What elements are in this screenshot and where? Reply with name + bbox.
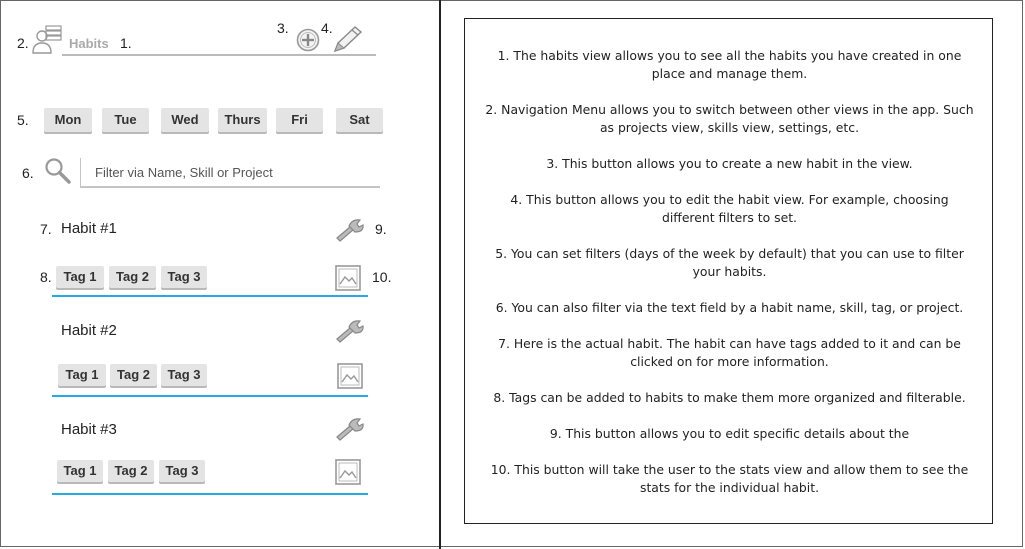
stats-image-icon[interactable] bbox=[335, 265, 361, 296]
note-4: 4. This button allows you to edit the ha… bbox=[510, 192, 949, 225]
day-filter-fri[interactable]: Fri bbox=[276, 108, 323, 132]
day-filter-sat[interactable]: Sat bbox=[336, 108, 383, 132]
note-3: 3. This button allows you to create a ne… bbox=[546, 156, 913, 171]
annotation-2: 2. bbox=[17, 35, 29, 51]
note-1: 1. The habits view allows you to see all… bbox=[497, 48, 962, 81]
annotation-1: 1. bbox=[120, 35, 132, 51]
tag-chip[interactable]: Tag 1 bbox=[57, 460, 103, 482]
wrench-icon[interactable] bbox=[334, 318, 366, 349]
annotation-10: 10. bbox=[372, 269, 392, 285]
tag-chip[interactable]: Tag 2 bbox=[108, 460, 154, 482]
day-filter-mon[interactable]: Mon bbox=[44, 108, 92, 132]
wrench-icon[interactable] bbox=[334, 416, 366, 447]
tag-chip[interactable]: Tag 3 bbox=[161, 364, 207, 386]
navigation-menu-icon[interactable] bbox=[32, 25, 64, 60]
annotation-9: 9. bbox=[375, 221, 387, 237]
day-filter-tue[interactable]: Tue bbox=[102, 108, 149, 132]
header-underline bbox=[62, 54, 376, 56]
note-5: 5. You can set filters (days of the week… bbox=[495, 246, 964, 279]
wrench-icon[interactable] bbox=[334, 217, 366, 248]
day-filter-wed[interactable]: Wed bbox=[161, 108, 209, 132]
tag-chip[interactable]: Tag 2 bbox=[110, 364, 157, 386]
habit-separator bbox=[52, 395, 368, 397]
habit-name[interactable]: Habit #3 bbox=[61, 421, 117, 438]
habit-separator bbox=[52, 295, 368, 297]
habit-name[interactable]: Habit #1 bbox=[61, 220, 117, 237]
annotation-7: 7. bbox=[40, 221, 52, 237]
search-input[interactable] bbox=[80, 158, 380, 188]
tag-chip[interactable]: Tag 2 bbox=[109, 266, 156, 288]
page-title: Habits bbox=[69, 36, 109, 51]
note-10: 10. This button will take the user to th… bbox=[490, 462, 969, 495]
annotation-5: 5. bbox=[17, 112, 29, 128]
add-habit-icon[interactable] bbox=[296, 28, 320, 57]
stats-image-icon[interactable] bbox=[337, 363, 363, 394]
annotation-notes-panel: 1. The habits view allows you to see all… bbox=[464, 18, 993, 524]
tag-chip[interactable]: Tag 1 bbox=[56, 266, 104, 288]
day-filter-thurs[interactable]: Thurs bbox=[218, 108, 267, 132]
habit-name[interactable]: Habit #2 bbox=[61, 322, 117, 339]
note-8: 8. Tags can be added to habits to make t… bbox=[493, 390, 966, 405]
search-icon bbox=[44, 157, 72, 190]
habit-separator bbox=[52, 493, 368, 495]
tag-chip[interactable]: Tag 3 bbox=[159, 460, 205, 482]
tag-chip[interactable]: Tag 3 bbox=[161, 266, 207, 288]
stats-image-icon[interactable] bbox=[335, 459, 361, 490]
note-6: 6. You can also filter via the text fiel… bbox=[495, 300, 964, 315]
tag-chip[interactable]: Tag 1 bbox=[58, 364, 106, 386]
note-9: 9. This button allows you to edit specif… bbox=[549, 426, 910, 441]
annotation-3: 3. bbox=[277, 20, 289, 36]
panel-divider bbox=[439, 0, 441, 549]
note-2: 2. Navigation Menu allows you to switch … bbox=[485, 102, 974, 135]
note-7: 7. Here is the actual habit. The habit c… bbox=[498, 336, 961, 369]
annotation-8: 8. bbox=[40, 269, 52, 285]
annotation-6: 6. bbox=[22, 165, 34, 181]
